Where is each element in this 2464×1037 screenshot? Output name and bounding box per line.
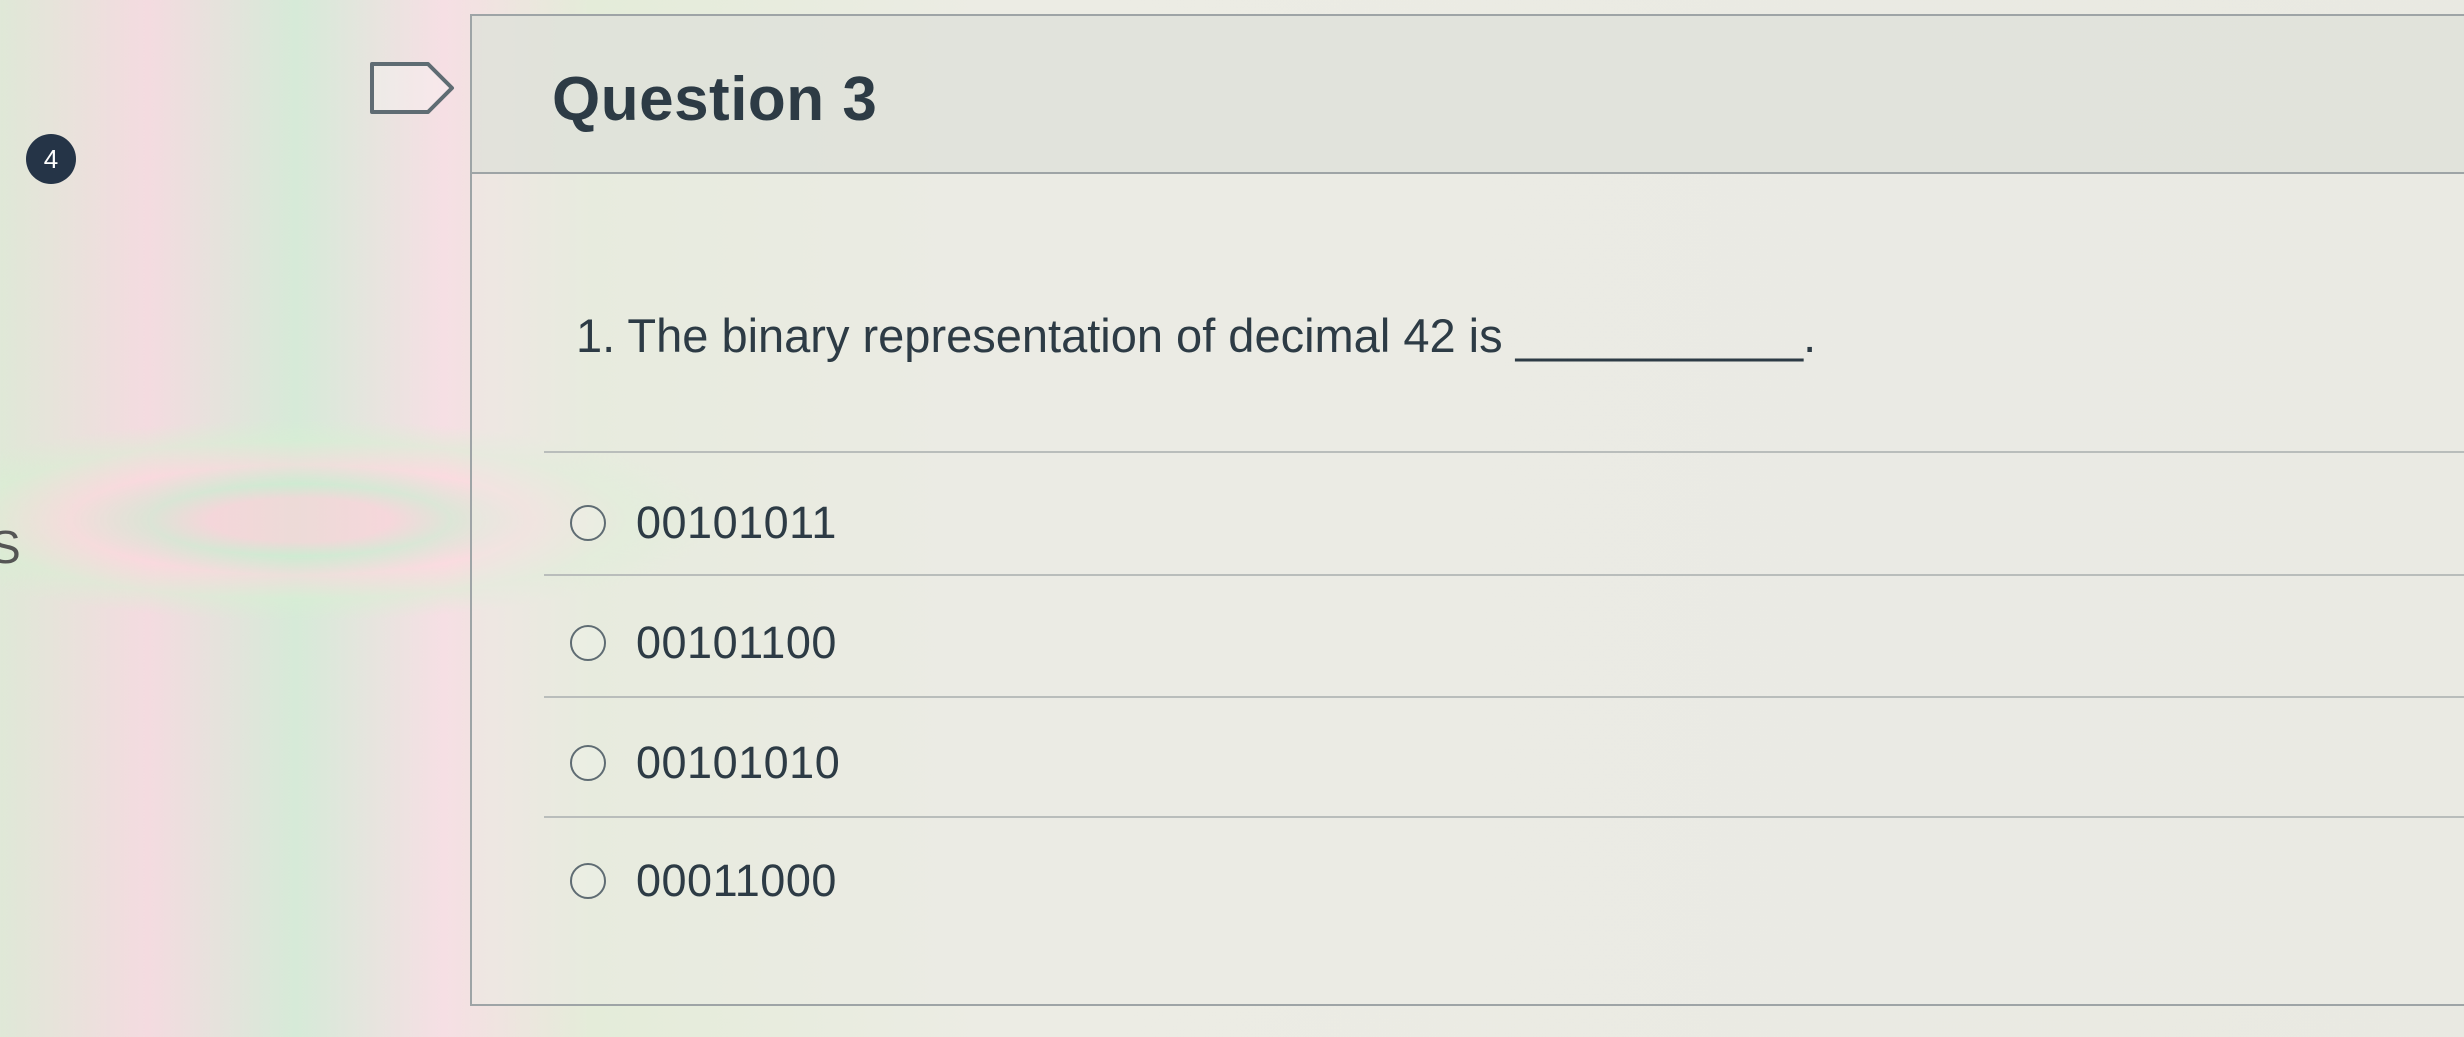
answer-divider [544, 816, 2464, 818]
answer-option-3[interactable]: 00101010 [570, 730, 840, 796]
answer-label: 00101010 [636, 737, 841, 788]
question-prompt: 1. The binary representation of decimal … [576, 309, 1817, 362]
radio-button-icon[interactable] [570, 745, 606, 781]
answer-label: 00101011 [636, 497, 837, 548]
answer-label: 00101100 [636, 617, 837, 668]
answer-divider [544, 696, 2464, 698]
answer-divider [544, 451, 2464, 453]
question-card: Question 3 1. The binary representation … [470, 14, 2464, 1006]
cut-off-letter: S [0, 521, 21, 573]
answer-option-2[interactable]: 00101100 [570, 610, 837, 676]
flag-icon[interactable] [368, 60, 460, 116]
answer-label: 00011000 [636, 855, 837, 906]
answer-divider [544, 574, 2464, 576]
question-nav-badge[interactable]: 4 [26, 134, 76, 184]
radio-button-icon[interactable] [570, 505, 606, 541]
question-title: Question 3 [552, 65, 878, 134]
answer-option-1[interactable]: 00101011 [570, 490, 837, 556]
radio-button-icon[interactable] [570, 863, 606, 899]
answer-option-4[interactable]: 00011000 [570, 848, 837, 914]
question-header: Question 3 [472, 16, 2464, 174]
radio-button-icon[interactable] [570, 625, 606, 661]
left-gutter: 4 S [0, 0, 470, 1037]
